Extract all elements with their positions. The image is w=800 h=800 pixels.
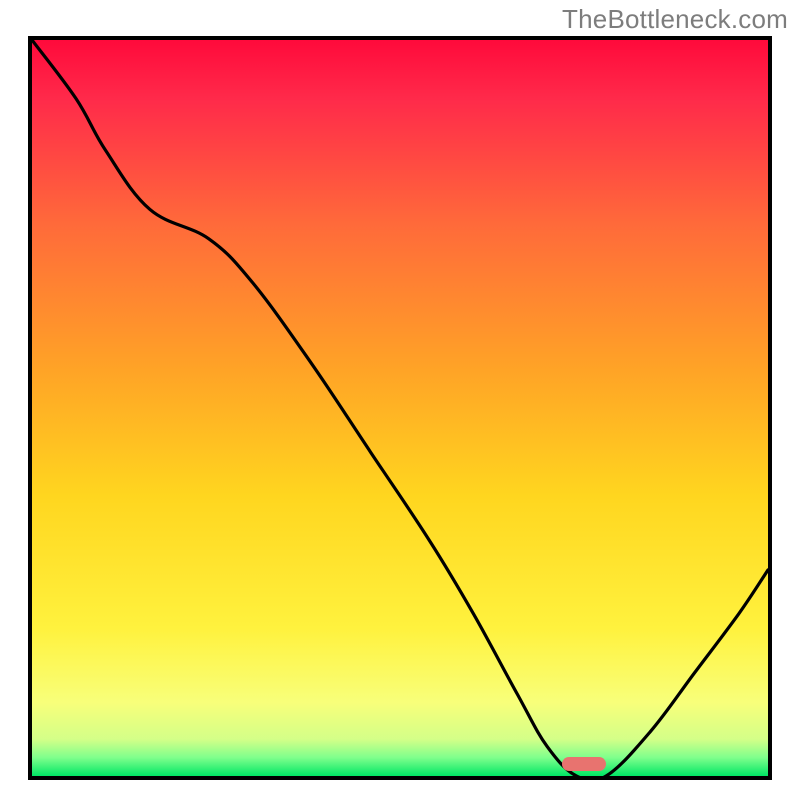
chart-root: TheBottleneck.com	[0, 0, 800, 800]
plot-area	[32, 40, 768, 776]
bottleneck-curve	[32, 40, 768, 776]
watermark-text: TheBottleneck.com	[562, 4, 788, 35]
optimal-point-marker	[562, 757, 606, 771]
plot-frame	[28, 36, 772, 780]
